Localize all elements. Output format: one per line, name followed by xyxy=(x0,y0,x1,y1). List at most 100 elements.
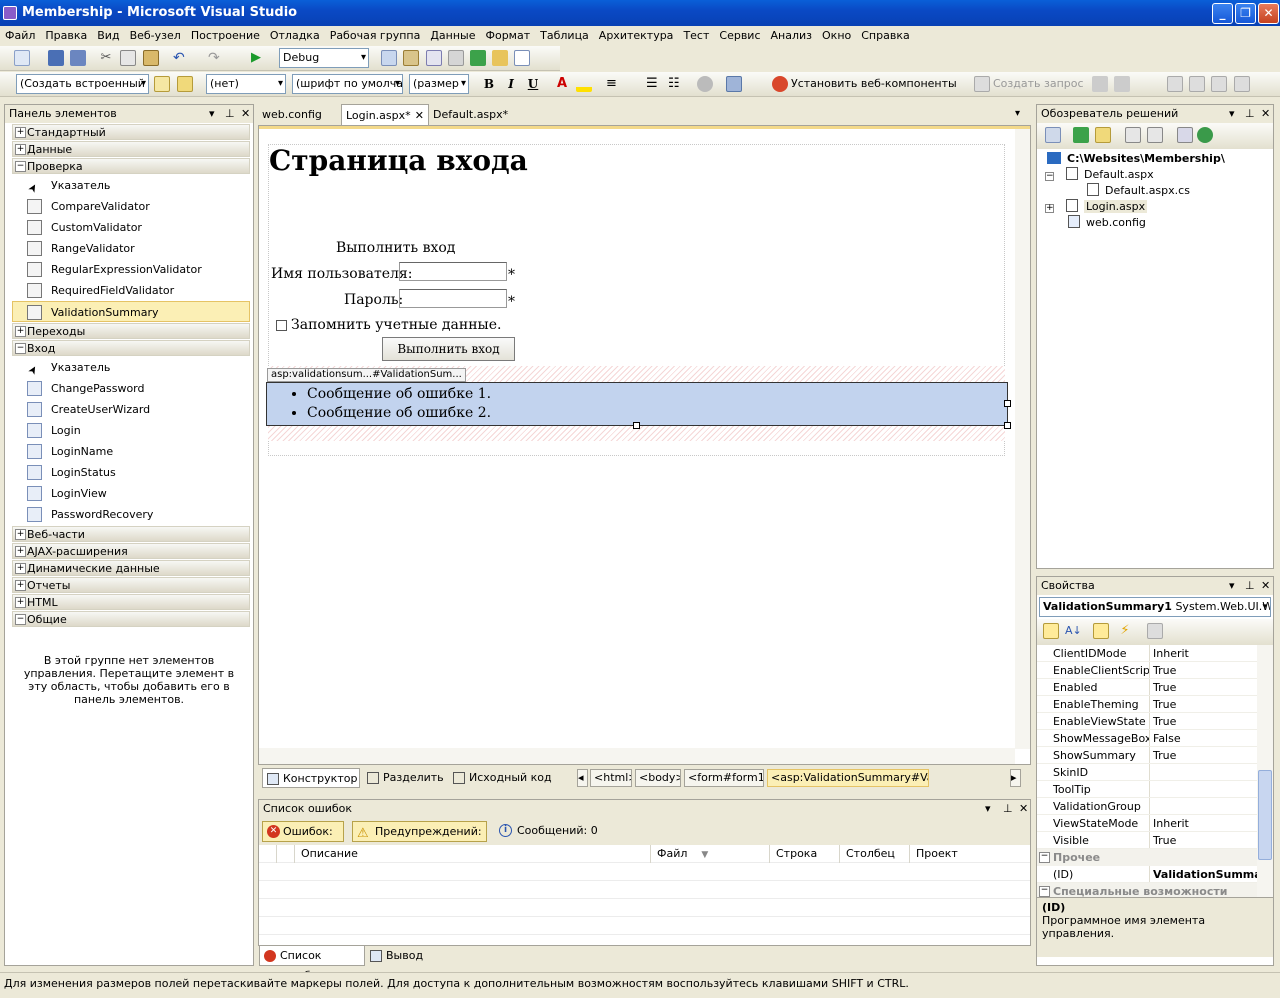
col-column[interactable]: Столбец xyxy=(840,845,910,863)
bold-button[interactable]: B xyxy=(481,76,497,92)
save-all-icon[interactable] xyxy=(70,50,86,66)
find-icon[interactable] xyxy=(381,50,397,66)
menu-item-8[interactable]: Формат xyxy=(481,26,536,46)
toolbox-item-login-6[interactable]: LoginView xyxy=(5,483,253,504)
close-icon[interactable]: ✕ xyxy=(1261,105,1270,123)
collapse-icon[interactable]: − xyxy=(1045,172,1054,181)
close-tab-icon[interactable]: ✕ xyxy=(415,105,424,126)
toolbox-category-reports[interactable]: Отчеты xyxy=(12,577,250,593)
font-color-icon[interactable]: A xyxy=(554,76,570,92)
col-line[interactable]: Строка xyxy=(770,845,840,863)
insert-table-icon[interactable] xyxy=(726,76,742,92)
toolbox-item-login-0[interactable]: ➤ Указатель xyxy=(5,357,253,378)
menu-item-6[interactable]: Рабочая группа xyxy=(325,26,426,46)
tab-login-aspx[interactable]: Login.aspx* ✕ xyxy=(341,104,429,125)
block-format-dropdown[interactable]: (нет) xyxy=(206,74,286,94)
menu-item-12[interactable]: Сервис xyxy=(714,26,765,46)
toolbox-category-dynamic-data[interactable]: Динамические данные xyxy=(12,560,250,576)
pin-icon[interactable]: ⊥ xyxy=(1245,577,1255,595)
errors-filter-button[interactable]: ✕Ошибок: 0 xyxy=(262,821,344,857)
menu-item-3[interactable]: Веб-узел xyxy=(125,26,186,46)
warnings-filter-button[interactable]: ⚠Предупреждений: 0 xyxy=(352,821,487,857)
tree-root[interactable]: C:\Websites\Membership\ xyxy=(1047,151,1225,167)
tab-source-view[interactable]: Исходный код xyxy=(449,768,552,788)
start-page-icon[interactable] xyxy=(492,50,508,66)
category-accessibility[interactable]: Специальные возможности xyxy=(1037,883,1257,897)
menu-item-7[interactable]: Данные xyxy=(425,26,480,46)
toolbox-item-login-5[interactable]: LoginStatus xyxy=(5,462,253,483)
menu-item-15[interactable]: Справка xyxy=(856,26,914,46)
property-row[interactable]: ToolTip xyxy=(1037,781,1257,798)
manage-styles-icon[interactable] xyxy=(177,76,193,92)
snap-icon[interactable] xyxy=(1189,76,1205,92)
properties-view-icon[interactable] xyxy=(1093,623,1109,639)
close-button[interactable]: ✕ xyxy=(1258,3,1279,24)
view-designer-icon[interactable] xyxy=(1147,127,1163,143)
menu-item-1[interactable]: Правка xyxy=(40,26,92,46)
designer-horizontal-scrollbar[interactable] xyxy=(259,748,1015,764)
property-row[interactable]: EnableClientScript True xyxy=(1037,662,1257,679)
close-icon[interactable]: ✕ xyxy=(241,105,250,123)
property-value[interactable]: True xyxy=(1150,679,1257,695)
position-icon[interactable] xyxy=(1114,76,1130,92)
align-icon[interactable]: ≡ xyxy=(606,76,622,92)
tab-web-config[interactable]: web.config xyxy=(258,104,326,125)
tab-default-aspx[interactable]: Default.aspx* xyxy=(429,104,512,125)
view-code-icon[interactable] xyxy=(1125,127,1141,143)
grid-icon[interactable] xyxy=(1167,76,1183,92)
expand-icon[interactable]: + xyxy=(1045,204,1054,213)
property-row[interactable]: SkinID xyxy=(1037,764,1257,781)
ruler-icon[interactable] xyxy=(1211,76,1227,92)
property-value[interactable]: True xyxy=(1150,832,1257,848)
pin-icon[interactable]: ⊥ xyxy=(225,105,235,123)
col-description[interactable]: Описание xyxy=(295,845,651,863)
tab-design-view[interactable]: Конструктор xyxy=(262,768,360,788)
remember-checkbox[interactable] xyxy=(276,320,287,331)
toolbox-category-navigation[interactable]: Переходы xyxy=(12,323,250,339)
copy-website-icon[interactable] xyxy=(1177,127,1193,143)
property-row[interactable]: Enabled True xyxy=(1037,679,1257,696)
font-dropdown[interactable]: (шрифт по умолча xyxy=(292,74,403,94)
copy-icon[interactable] xyxy=(120,50,136,66)
resize-handle-bottom[interactable] xyxy=(633,422,640,429)
toolbox-category-validation[interactable]: Проверка xyxy=(12,158,250,174)
install-web-components-button[interactable]: Установить веб-компоненты xyxy=(791,77,957,90)
category-misc[interactable]: Прочее xyxy=(1037,849,1257,866)
property-row[interactable]: ViewStateMode Inherit xyxy=(1037,815,1257,832)
tree-item-default-cs[interactable]: Default.aspx.cs xyxy=(1087,183,1190,199)
password-input[interactable] xyxy=(399,289,507,308)
breadcrumb-item[interactable]: <body> xyxy=(635,769,681,787)
tab-split-view[interactable]: Разделить xyxy=(363,768,444,788)
pin-icon[interactable]: ⊥ xyxy=(1003,800,1013,818)
breadcrumb-prev-button[interactable]: ◂ xyxy=(577,769,588,787)
login-button[interactable]: Выполнить вход xyxy=(382,337,515,361)
tab-list-icon[interactable]: ▾ xyxy=(1015,108,1020,119)
validation-summary[interactable]: Сообщение об ошибке 1.Сообщение об ошибк… xyxy=(266,382,1008,426)
toolbox-category-general[interactable]: Общие xyxy=(12,611,250,627)
property-value[interactable]: ValidationSummar xyxy=(1150,866,1257,882)
property-row[interactable]: EnableTheming True xyxy=(1037,696,1257,713)
undo-icon[interactable]: ↶ xyxy=(173,50,189,66)
toolbox-item-validation-5[interactable]: RequiredFieldValidator xyxy=(5,280,253,301)
property-value[interactable]: True xyxy=(1150,713,1257,729)
toolbox-item-validation-2[interactable]: CustomValidator xyxy=(5,217,253,238)
install-icon[interactable] xyxy=(772,76,788,92)
dropdown-icon[interactable]: ▾ xyxy=(209,105,215,123)
menu-item-4[interactable]: Построение xyxy=(186,26,265,46)
property-value[interactable]: Inherit xyxy=(1150,645,1257,661)
toolbox-category-login[interactable]: Вход xyxy=(12,340,250,356)
close-icon[interactable]: ✕ xyxy=(1019,800,1028,818)
property-row[interactable]: ValidationGroup xyxy=(1037,798,1257,815)
property-pages-icon[interactable] xyxy=(1147,623,1163,639)
property-value[interactable] xyxy=(1150,798,1257,814)
resize-handle-right[interactable] xyxy=(1004,400,1011,407)
layout-icon[interactable] xyxy=(1092,76,1108,92)
property-value[interactable] xyxy=(1150,781,1257,797)
menu-item-13[interactable]: Анализ xyxy=(766,26,818,46)
menu-item-14[interactable]: Окно xyxy=(817,26,856,46)
messages-filter-button[interactable]: i Сообщений: 0 xyxy=(495,821,598,842)
toolbox-item-login-2[interactable]: CreateUserWizard xyxy=(5,399,253,420)
menu-item-9[interactable]: Таблица xyxy=(535,26,594,46)
tree-item-default[interactable]: − Default.aspx xyxy=(1045,167,1154,183)
property-value[interactable]: True xyxy=(1150,747,1257,763)
